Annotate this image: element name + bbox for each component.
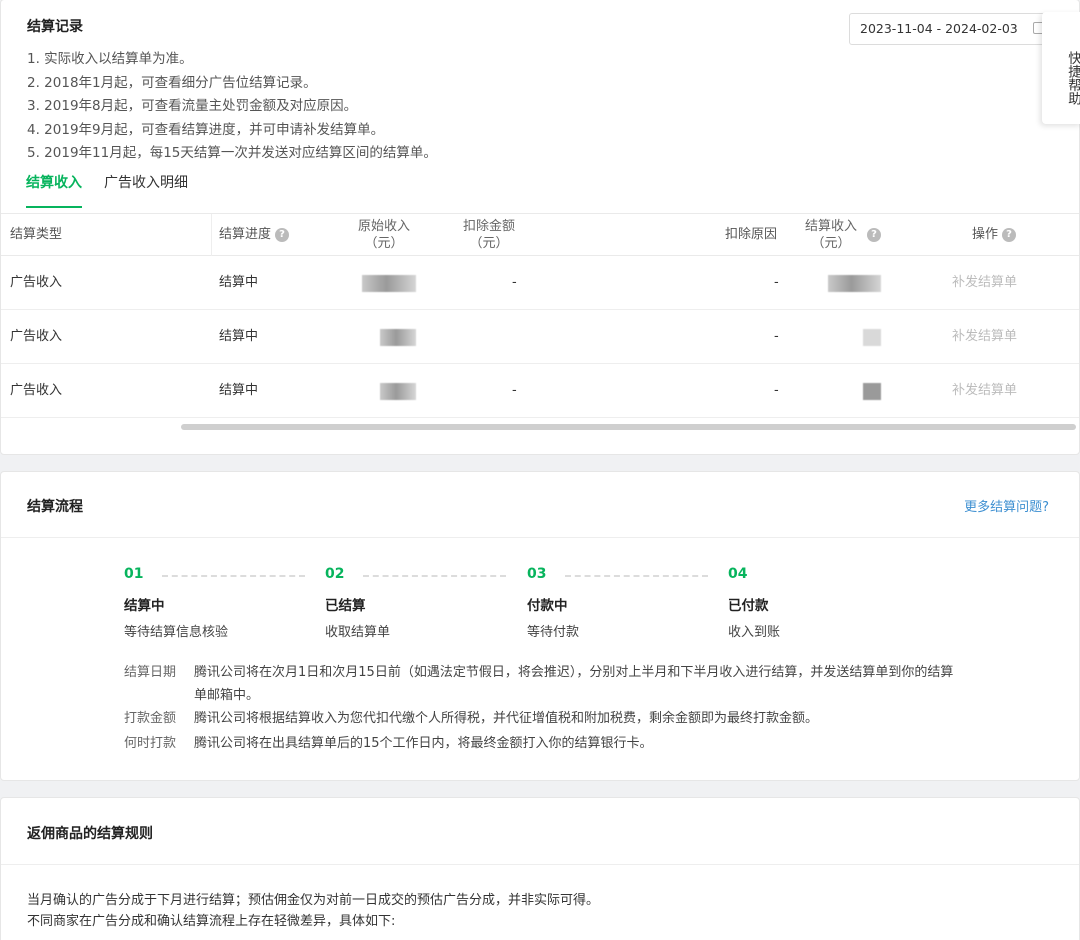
note-item: 1. 实际收入以结算单为准。 xyxy=(27,51,193,67)
header-deduct-amount-unit: （元） xyxy=(469,236,509,251)
cell-deduct: - xyxy=(512,383,517,398)
cell-progress: 结算中 xyxy=(219,275,259,290)
more-questions-link[interactable]: 更多结算问题? xyxy=(964,496,1049,515)
header-settled-income-label: 结算收入 xyxy=(804,219,857,234)
header-original-income-label: 原始收入 xyxy=(357,219,410,234)
cell-reason: - xyxy=(774,329,779,344)
cell-reason: - xyxy=(774,383,779,398)
step-title: 付款中 xyxy=(527,598,568,614)
date-range-picker[interactable]: 2023-11-04 - 2024-02-03 xyxy=(849,13,1054,45)
help-icon[interactable]: ? xyxy=(275,227,290,242)
flow-step: 02 已结算 收取结算单 xyxy=(325,566,390,640)
cell-deduct: - xyxy=(512,275,517,290)
step-number: 03 xyxy=(527,566,547,582)
info-label: 打款金额 xyxy=(124,711,177,726)
step-desc: 等待结算信息核验 xyxy=(124,625,229,640)
quick-help-label: 快捷帮助 xyxy=(1065,50,1080,105)
header-settled-income: 结算收入 （元） xyxy=(798,218,864,260)
note-item: 4. 2019年9月起，可查看结算进度，并可申请补发结算单。 xyxy=(27,121,385,138)
notes-list: 1. 实际收入以结算单为准。 2. 2018年1月起，可查看细分广告位结算记录。… xyxy=(27,48,437,166)
settlement-table: 结算类型 结算进度? 原始收入 （元） 扣除金额 （元） 扣除原因 结算收入 （… xyxy=(1,213,1079,418)
reissue-statement-button[interactable]: 补发结算单 xyxy=(952,256,1017,310)
table-header: 结算类型 结算进度? 原始收入 （元） 扣除金额 （元） 扣除原因 结算收入 （… xyxy=(1,214,1079,256)
step-number: 04 xyxy=(728,566,748,582)
step-desc: 收取结算单 xyxy=(325,625,391,640)
step-title: 已付款 xyxy=(728,598,769,614)
info-text: 腾讯公司将在次月1日和次月15日前（如遇法定节假日，将会推迟），分别对上半月和下… xyxy=(194,665,954,703)
rules-line: 当月确认的广告分成于下月进行结算；预估佣金仅为对前一日成交的预估广告分成，并非实… xyxy=(27,893,600,908)
info-settlement-date: 结算日期 腾讯公司将在次月1日和次月15日前（如遇法定节假日，将会推迟），分别对… xyxy=(124,661,974,707)
header-type: 结算类型 xyxy=(10,227,63,242)
settlement-flow-card: 结算流程 更多结算问题? 01 结算中 等待结算信息核验 02 已结算 收取结算… xyxy=(0,471,1080,781)
flow-step: 04 已付款 收入到账 xyxy=(728,566,780,640)
rules-text: 当月确认的广告分成于下月进行结算；预估佣金仅为对前一日成交的预估广告分成，并非实… xyxy=(27,890,599,932)
divider xyxy=(1,864,1079,865)
info-payment-amount: 打款金额 腾讯公司将根据结算收入为您代扣代缴个人所得税，并代征增值税和附加税费，… xyxy=(124,707,974,730)
note-item: 3. 2019年8月起，可查看流量主处罚金额及对应原因。 xyxy=(27,98,358,114)
header-original-income: 原始收入 （元） xyxy=(351,218,417,260)
header-deduct-amount: 扣除金额 （元） xyxy=(456,218,522,260)
header-reason: 扣除原因 xyxy=(725,227,778,242)
info-text: 腾讯公司将根据结算收入为您代扣代缴个人所得税，并代征增值税和附加税费，剩余金额即… xyxy=(194,711,819,726)
cell-reason: - xyxy=(774,275,779,290)
tab-bar: 结算收入 广告收入明细 xyxy=(26,172,188,208)
redacted-original-income xyxy=(362,275,416,292)
step-title: 结算中 xyxy=(124,598,165,614)
header-deduct-amount-label: 扣除金额 xyxy=(462,219,515,234)
header-progress-label: 结算进度 xyxy=(219,227,272,242)
step-desc: 收入到账 xyxy=(728,625,781,640)
horizontal-scrollbar[interactable] xyxy=(181,424,1076,430)
cell-type: 广告收入 xyxy=(10,329,63,344)
flow-step: 03 付款中 等待付款 xyxy=(527,566,579,640)
reissue-statement-button[interactable]: 补发结算单 xyxy=(952,364,1017,418)
divider xyxy=(1,537,1079,538)
step-number: 01 xyxy=(124,566,144,582)
commission-rules-card: 返佣商品的结算规则 当月确认的广告分成于下月进行结算；预估佣金仅为对前一日成交的… xyxy=(0,797,1080,940)
date-range-value: 2023-11-04 - 2024-02-03 xyxy=(860,21,1018,36)
section-title: 结算记录 xyxy=(27,19,83,35)
header-progress: 结算进度? xyxy=(219,214,290,256)
step-number: 02 xyxy=(325,566,345,582)
table-row: 广告收入 结算中 - - 补发结算单 xyxy=(1,364,1079,418)
header-action-label: 操作 xyxy=(972,227,999,242)
flow-step: 01 结算中 等待结算信息核验 xyxy=(124,566,228,640)
section-title: 返佣商品的结算规则 xyxy=(27,826,153,842)
table-row: 广告收入 结算中 - 补发结算单 xyxy=(1,310,1079,364)
info-payment-time: 何时打款 腾讯公司将在出具结算单后的15个工作日内，将最终金额打入你的结算银行卡… xyxy=(124,732,974,755)
section-title: 结算流程 xyxy=(27,499,83,515)
cell-type: 广告收入 xyxy=(10,275,63,290)
redacted-settled-income xyxy=(863,383,881,400)
redacted-original-income xyxy=(380,329,416,346)
redacted-settled-income xyxy=(828,275,881,292)
rules-line: 不同商家在广告分成和确认结算流程上存在轻微差异，具体如下: xyxy=(27,914,396,929)
header-settled-income-unit: （元） xyxy=(811,236,851,251)
info-label: 何时打款 xyxy=(124,736,177,751)
quick-help-button[interactable]: 快捷帮助 xyxy=(1042,12,1080,124)
table-row: 广告收入 结算中 - - 补发结算单 xyxy=(1,256,1079,310)
settlement-records-card: 结算记录 1. 实际收入以结算单为准。 2. 2018年1月起，可查看细分广告位… xyxy=(0,0,1080,455)
cell-progress: 结算中 xyxy=(219,383,259,398)
header-action: 操作? xyxy=(972,214,1017,256)
step-desc: 等待付款 xyxy=(527,625,580,640)
reissue-statement-button[interactable]: 补发结算单 xyxy=(952,310,1017,364)
info-label: 结算日期 xyxy=(124,665,177,680)
note-item: 5. 2019年11月起，每15天结算一次并发送对应结算区间的结算单。 xyxy=(27,145,437,161)
redacted-settled-income xyxy=(863,329,881,346)
cell-type: 广告收入 xyxy=(10,383,63,398)
cell-progress: 结算中 xyxy=(219,329,259,344)
tab-settlement-income[interactable]: 结算收入 xyxy=(26,172,82,208)
header-original-income-unit: （元） xyxy=(364,236,404,251)
info-text: 腾讯公司将在出具结算单后的15个工作日内，将最终金额打入你的结算银行卡。 xyxy=(194,736,653,751)
step-title: 已结算 xyxy=(325,598,366,614)
help-icon[interactable]: ? xyxy=(1002,227,1017,242)
note-item: 2. 2018年1月起，可查看细分广告位结算记录。 xyxy=(27,74,317,91)
step-connector xyxy=(565,575,708,577)
help-icon[interactable]: ? xyxy=(867,228,881,242)
redacted-original-income xyxy=(380,383,416,400)
tab-ad-income-detail[interactable]: 广告收入明细 xyxy=(104,172,188,208)
